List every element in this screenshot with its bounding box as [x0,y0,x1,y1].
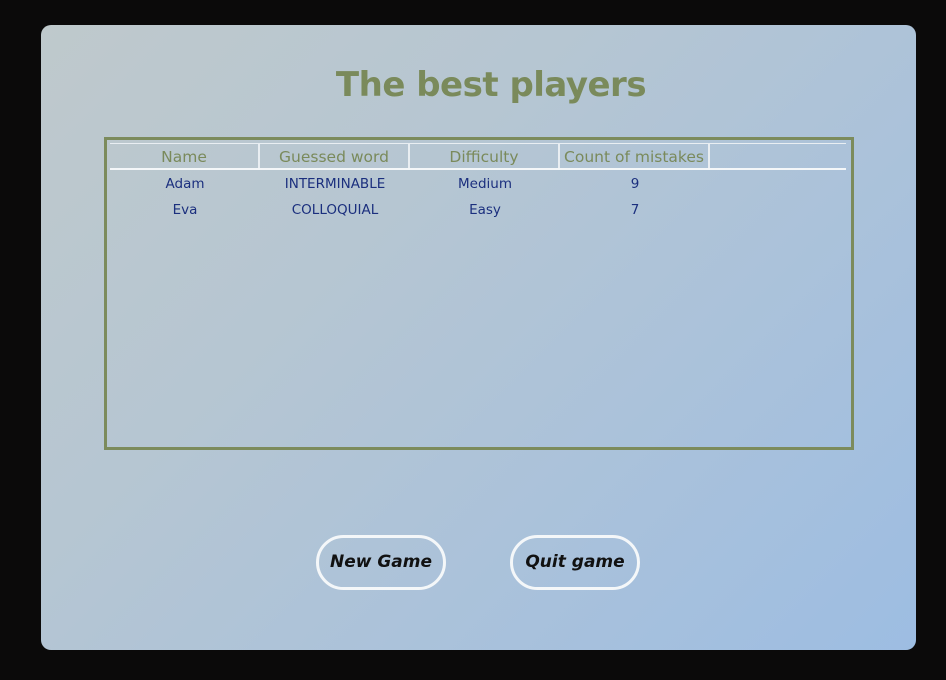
cell-difficulty: Easy [469,202,501,218]
app-window: The best players Name Guessed word Diffi… [41,25,916,650]
column-header-count-of-mistakes[interactable]: Count of mistakes [560,144,710,168]
cell-guessed-word: INTERMINABLE [284,176,386,192]
table-header: Name Guessed word Difficulty Count of mi… [110,143,846,170]
cell-count-of-mistakes: 9 [630,176,640,192]
quit-game-button[interactable]: Quit game [510,535,640,590]
column-header-difficulty[interactable]: Difficulty [410,144,560,168]
column-header-name[interactable]: Name [110,144,260,168]
column-header-guessed-word[interactable]: Guessed word [260,144,410,168]
table-row[interactable]: Eva COLLOQUIAL Easy 7 [110,198,846,222]
cell-count-of-mistakes: 7 [630,202,640,218]
cell-name: Adam [165,176,205,192]
cell-guessed-word: COLLOQUIAL [291,202,379,218]
column-header-filler [710,144,846,168]
page-title: The best players [335,65,647,105]
leaderboard-table[interactable]: Name Guessed word Difficulty Count of mi… [104,137,854,450]
table-row[interactable]: Adam INTERMINABLE Medium 9 [110,172,846,196]
cell-name: Eva [172,202,198,218]
new-game-button[interactable]: New Game [316,535,446,590]
cell-difficulty: Medium [458,176,512,192]
